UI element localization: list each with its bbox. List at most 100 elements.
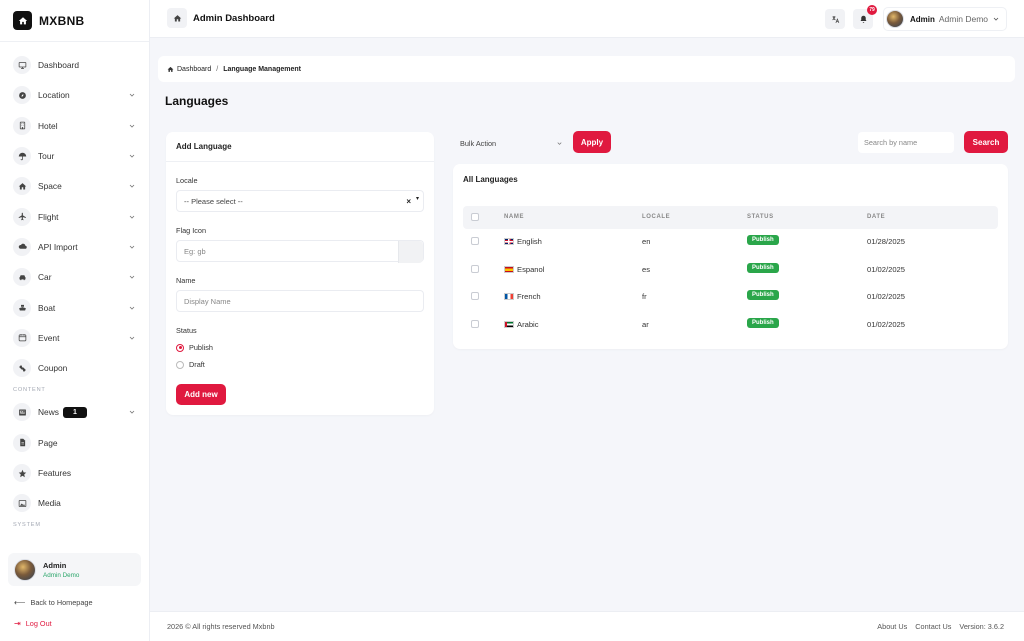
calendar-icon [13,328,31,347]
sidebar-item-label: Location [38,90,70,101]
home-icon [13,11,32,30]
compass-icon [13,86,31,105]
column-header-date: DATE [867,214,886,220]
sidebar-item-location[interactable]: Location [0,80,150,110]
table-header: NAME LOCALE STATUS DATE [463,206,998,229]
brand[interactable]: MXBNB [0,0,149,42]
flag-preview [398,241,423,263]
row-checkbox[interactable] [471,292,479,301]
building-icon [13,116,31,135]
footer-copyright: 2026 © All rights reserved Mxbnb [167,622,275,631]
about-us-link[interactable]: About Us [877,622,907,631]
contact-us-link[interactable]: Contact Us [915,622,951,631]
add-new-button[interactable]: Add new [176,384,226,405]
bulk-action-select[interactable]: Bulk Action [453,133,567,153]
avatar [886,10,904,28]
language-locale: ar [642,320,649,330]
sidebar-user-card[interactable]: Admin Admin Demo [8,553,141,586]
sidebar-item-label: News [38,407,59,418]
sidebar-item-label: Media [38,498,61,509]
cloud-icon [13,237,31,256]
sidebar-item-tour[interactable]: Tour [0,141,150,171]
sidebar-item-news[interactable]: News 1 [0,397,150,427]
notifications-button[interactable]: 79 [853,5,877,29]
breadcrumb-root[interactable]: Dashboard [177,66,211,73]
back-to-homepage-link[interactable]: ⟵ Back to Homepage [14,598,93,607]
search-button[interactable]: Search [964,131,1008,153]
sidebar-item-features[interactable]: Features [0,458,150,488]
home-button[interactable] [167,8,187,28]
flag-icon-input[interactable]: Eg: gb [176,240,424,263]
form-title: Add Language [166,132,434,162]
language-name-cell[interactable]: Espanol [504,265,544,274]
topbar: Admin Dashboard 79 Admin Admin Demo [150,0,1024,38]
topbar-user-role: Admin Demo [938,14,989,24]
chevron-down-icon [129,275,135,279]
radio-checked-icon [176,343,184,352]
table-row: French fr Publish 01/02/2025 [463,283,998,310]
display-name-input[interactable]: Display Name [176,290,424,312]
flag-gb-icon [504,238,514,245]
chevron-down-icon [129,411,135,414]
search-input[interactable]: Search by name [858,132,954,153]
language-name-cell[interactable]: English [504,237,542,246]
status-badge: Publish [747,318,779,329]
car-icon [13,268,31,287]
caret-down-icon: ▾ [415,196,419,202]
sidebar-item-dashboard[interactable]: Dashboard [0,50,150,80]
row-checkbox[interactable] [471,264,479,273]
status-draft-radio[interactable]: Draft [176,360,205,369]
brand-name: MXBNB [39,13,85,28]
sidebar-item-flight[interactable]: Flight [0,201,150,231]
apply-button[interactable]: Apply [573,131,611,153]
sidebar-item-media[interactable]: Media [0,488,150,518]
clear-icon[interactable]: × [406,197,411,206]
status-publish-radio[interactable]: Publish [176,343,213,352]
language-name-cell[interactable]: French [504,292,541,301]
language-date: 01/02/2025 [867,264,906,274]
page-title: Languages [165,94,229,108]
logout-link[interactable]: ⇥ Log Out [14,619,52,628]
radio-unchecked-icon [176,360,184,369]
chevron-down-icon [129,185,135,188]
user-menu[interactable]: Admin Admin Demo [883,7,1007,31]
sidebar-item-label: Coupon [38,363,68,374]
sidebar-item-page[interactable]: Page [0,428,150,458]
language-name-cell[interactable]: Arabic [504,320,539,329]
sidebar-item-api-import[interactable]: API Import [0,232,150,262]
sidebar-item-boat[interactable]: Boat [0,292,150,322]
name-label: Name [176,276,196,285]
status-badge: Publish [747,262,779,273]
image-icon [13,494,31,513]
language-date: 01/02/2025 [867,292,906,302]
plane-icon [13,207,31,226]
row-checkbox[interactable] [471,320,479,329]
status-publish-label: Publish [189,343,213,352]
sidebar-item-hotel[interactable]: Hotel [0,111,150,141]
logout-icon: ⇥ [14,619,21,628]
home-icon [167,66,174,72]
breadcrumb-separator: / [216,65,219,73]
sidebar-item-car[interactable]: Car [0,262,150,292]
breadcrumb: Dashboard / Language Management [158,56,1015,82]
sidebar-item-event[interactable]: Event [0,323,150,353]
footer-links: About Us Contact Us Version: 3.6.2 [877,622,1004,631]
display-name-placeholder: Display Name [184,296,231,306]
ship-icon [13,298,31,317]
locale-select[interactable]: -- Please select -- × ▾ [176,190,424,212]
language-name: French [517,292,541,302]
sidebar-item-coupon[interactable]: Coupon [0,353,150,383]
sidebar-item-space[interactable]: Space [0,171,150,201]
language-date: 01/02/2025 [867,320,906,330]
star-icon [13,464,31,482]
sidebar-item-label: Space [38,181,62,192]
home-icon [173,14,181,21]
notification-count-badge: 79 [867,5,877,15]
status-label: Status [176,326,197,335]
column-header-status: STATUS [747,214,774,220]
translate-button[interactable] [825,9,845,29]
select-all-checkbox[interactable] [471,213,479,221]
newspaper-icon [13,403,31,422]
page-heading: Admin Dashboard [193,13,275,24]
row-checkbox[interactable] [471,237,479,245]
